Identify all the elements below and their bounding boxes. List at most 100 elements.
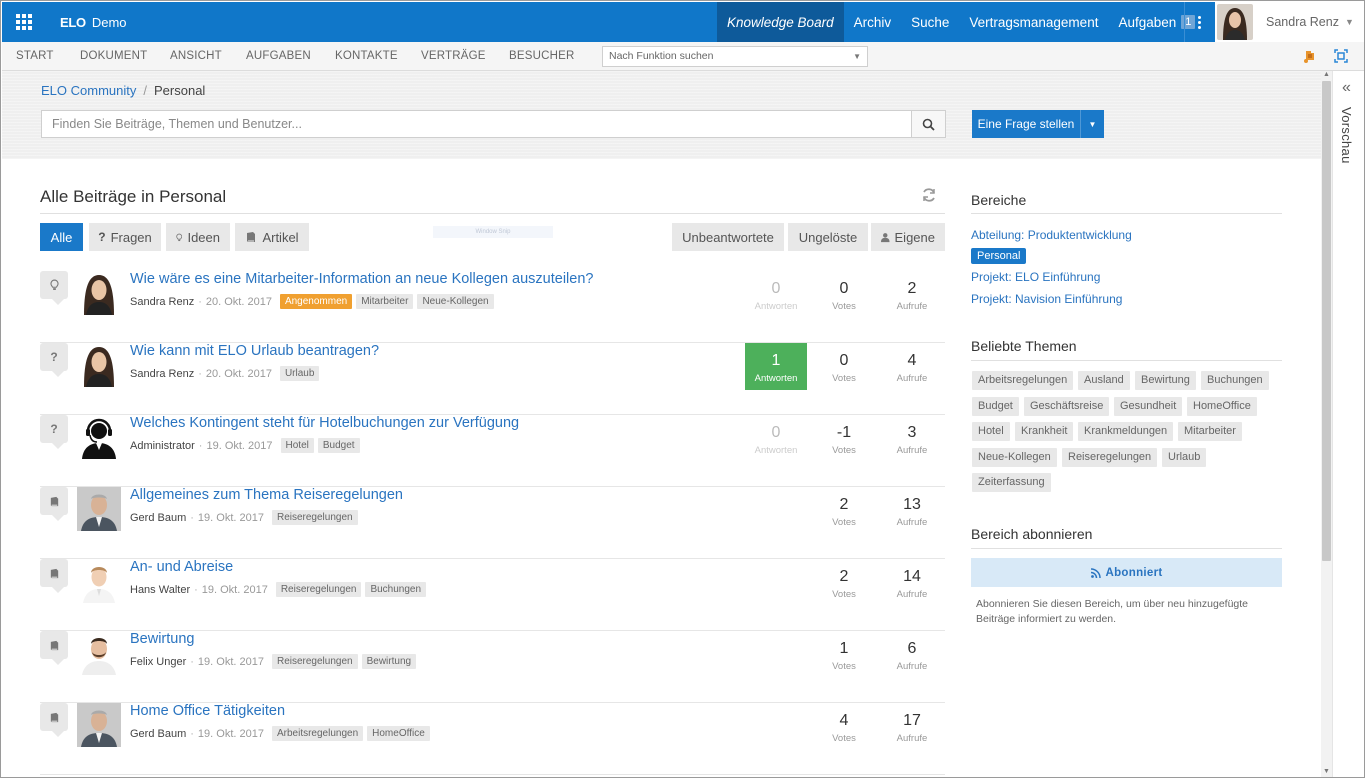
avatar[interactable] (77, 487, 121, 531)
votes-label: Votes (832, 661, 856, 672)
post-tag[interactable]: Buchungen (365, 582, 427, 597)
nav-suche[interactable]: Suche (901, 2, 959, 42)
ribbon-dokument[interactable]: DOKUMENT (80, 42, 147, 70)
filter-alle[interactable]: Alle (40, 223, 83, 251)
brand-logo: ELO (60, 14, 86, 30)
ribbon-besucher[interactable]: BESUCHER (509, 42, 575, 70)
ribbon-aufgaben[interactable]: AUFGABEN (246, 42, 311, 70)
scrollbar[interactable]: ▲ ▼ (1321, 71, 1332, 777)
post-tag[interactable]: Arbeitsregelungen (271, 726, 364, 741)
caret-down-icon[interactable]: ▼ (1080, 110, 1104, 138)
post-title-link[interactable]: Wie wäre es eine Mitarbeiter-Information… (130, 271, 593, 287)
function-search-select[interactable]: Nach Funktion suchen ▼ (602, 46, 868, 67)
preview-tab[interactable]: Vorschau (1339, 107, 1354, 164)
topic-tag[interactable]: Krankmeldungen (1078, 422, 1174, 441)
filter-artikel[interactable]: Artikel (235, 223, 309, 251)
topic-tag[interactable]: Reiseregelungen (1062, 447, 1158, 467)
area-personal-active[interactable]: Personal (971, 248, 1027, 264)
post-tag[interactable]: Angenommen (279, 294, 353, 309)
scroll-down-icon[interactable]: ▼ (1323, 768, 1330, 775)
collapse-chevron-icon[interactable]: « (1342, 79, 1351, 97)
post-author[interactable]: Sandra Renz (130, 368, 194, 380)
more-menu-button[interactable] (1184, 2, 1214, 42)
topic-tag[interactable]: Krankheit (1015, 422, 1074, 441)
post-author[interactable]: Administrator (130, 440, 195, 452)
area-navision-einfuehrung-link[interactable]: Projekt: Navision Einführung (971, 292, 1122, 306)
fullscreen-icon[interactable] (1333, 48, 1349, 64)
avatar[interactable] (77, 343, 121, 387)
scrollbar-thumb[interactable] (1322, 81, 1331, 561)
post-title-link[interactable]: Wie kann mit ELO Urlaub beantragen? (130, 343, 379, 359)
post-tag[interactable]: Reiseregelungen (271, 510, 358, 525)
topic-tag[interactable]: HomeOffice (1187, 396, 1257, 416)
post-author[interactable]: Gerd Baum (130, 728, 186, 740)
ask-question-label: Eine Frage stellen (977, 117, 1075, 131)
ribbon-start[interactable]: START (16, 42, 54, 70)
filter-fragen[interactable]: ? Fragen (89, 223, 161, 251)
subscribe-button[interactable]: Abonniert (971, 558, 1282, 587)
topic-tag[interactable]: Zeiterfassung (972, 473, 1051, 492)
plugin-icon[interactable] (1302, 48, 1318, 64)
post-tag[interactable]: Budget (317, 438, 360, 453)
nav-archiv[interactable]: Archiv (844, 2, 902, 42)
topic-tag[interactable]: Mitarbeiter (1178, 422, 1242, 441)
post-tag[interactable]: Neue-Kollegen (417, 294, 494, 309)
post-tag[interactable]: Reiseregelungen (275, 582, 362, 597)
post-title-link[interactable]: Home Office Tätigkeiten (130, 703, 285, 719)
topic-tag[interactable]: Urlaub (1162, 447, 1207, 467)
post-tag[interactable]: Bewirtung (361, 654, 417, 669)
post-tag[interactable]: Reiseregelungen (271, 654, 358, 669)
filter-eigene[interactable]: Eigene (871, 223, 945, 251)
avatar[interactable] (77, 631, 121, 675)
post-tag[interactable]: Mitarbeiter (356, 294, 414, 309)
area-elo-einfuehrung-link[interactable]: Projekt: ELO Einführung (971, 270, 1100, 284)
post-author[interactable]: Gerd Baum (130, 512, 186, 524)
post-title-link[interactable]: Allgemeines zum Thema Reiseregelungen (130, 487, 403, 503)
topic-tag[interactable]: Arbeitsregelungen (972, 371, 1074, 390)
book-icon (247, 232, 256, 242)
post-tag[interactable]: Urlaub (279, 366, 320, 381)
post-author[interactable]: Sandra Renz (130, 296, 194, 308)
breadcrumb-root-link[interactable]: ELO Community (41, 83, 136, 98)
app-launcher-button[interactable] (2, 2, 46, 42)
avatar[interactable] (77, 271, 121, 315)
scroll-up-icon[interactable]: ▲ (1323, 71, 1330, 78)
topic-tag[interactable]: Neue-Kollegen (972, 447, 1057, 467)
post-tag[interactable]: HomeOffice (367, 726, 430, 741)
user-menu[interactable]: Sandra Renz ▼ (1215, 2, 1364, 42)
ask-question-button[interactable]: Eine Frage stellen ▼ (972, 110, 1104, 138)
ribbon-ansicht[interactable]: ANSICHT (170, 42, 222, 70)
filter-ungeloeste[interactable]: Ungelöste (788, 223, 868, 251)
avatar[interactable] (77, 559, 121, 603)
post-title-link[interactable]: Welches Kontingent steht für Hotelbuchun… (130, 415, 519, 431)
area-produktentwicklung-link[interactable]: Abteilung: Produktentwicklung (971, 228, 1132, 242)
post-date: 19. Okt. 2017 (190, 656, 264, 668)
topic-tag[interactable]: Ausland (1078, 371, 1130, 390)
avatar[interactable] (77, 703, 121, 747)
search-input[interactable] (42, 111, 902, 137)
topic-tag[interactable]: Buchungen (1201, 371, 1269, 390)
ribbon-vertraege[interactable]: VERTRÄGE (421, 42, 486, 70)
post-author[interactable]: Hans Walter (130, 584, 190, 596)
topic-tag[interactable]: Budget (972, 396, 1019, 416)
nav-knowledge-board[interactable]: Knowledge Board (717, 2, 844, 42)
post-meta: Gerd Baum 19. Okt. 2017 Reiseregelungen (130, 510, 358, 525)
topic-tag[interactable]: Gesundheit (1114, 396, 1183, 416)
post-title-link[interactable]: Bewirtung (130, 631, 194, 647)
topic-tag[interactable]: Hotel (972, 422, 1010, 441)
topic-tag[interactable]: Geschäftsreise (1024, 396, 1110, 416)
post-tag[interactable]: Hotel (280, 438, 314, 453)
ribbon-kontakte[interactable]: KONTAKTE (335, 42, 398, 70)
avatar[interactable] (77, 415, 121, 459)
search-button[interactable] (911, 111, 945, 137)
refresh-icon[interactable] (921, 187, 937, 203)
breadcrumb-separator: / (143, 83, 147, 98)
topic-tag[interactable]: Bewirtung (1135, 371, 1196, 390)
post-author[interactable]: Felix Unger (130, 656, 186, 668)
post-date: 20. Okt. 2017 (198, 368, 272, 380)
filter-ideen[interactable]: Ideen (166, 223, 230, 251)
post-title-link[interactable]: An- und Abreise (130, 559, 233, 575)
filter-unbeantwortete[interactable]: Unbeantwortete (672, 223, 784, 251)
nav-vertragsmanagement[interactable]: Vertragsmanagement (959, 2, 1108, 42)
subscribe-label: Abonniert (1105, 566, 1163, 579)
